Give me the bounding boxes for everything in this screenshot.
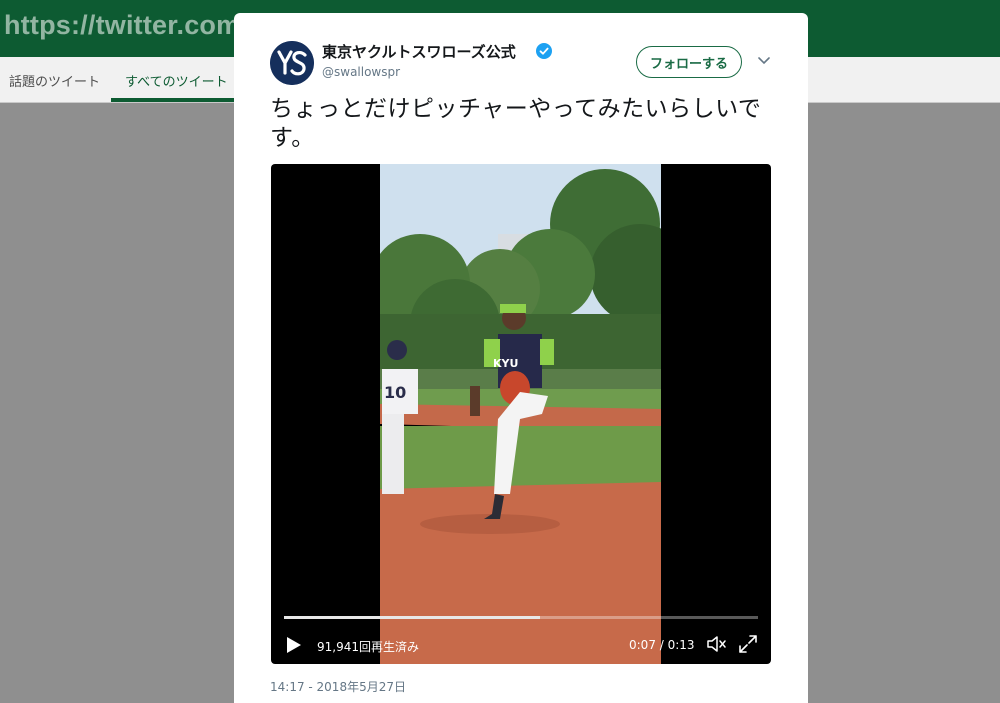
swallows-logo-icon: [270, 41, 314, 85]
chevron-down-icon[interactable]: [756, 55, 772, 67]
video-progress-bar[interactable]: [284, 616, 758, 619]
display-name[interactable]: 東京ヤクルトスワローズ公式: [322, 41, 516, 62]
url-text: https://twitter.com/s: [4, 10, 264, 40]
video-frame: 10 KYU: [380, 164, 661, 664]
video-player[interactable]: 10 KYU 91,941回再生済み 0:07 / 0:13: [271, 164, 771, 664]
svg-text:KYU: KYU: [493, 357, 518, 370]
volume-icon[interactable]: [705, 633, 727, 655]
tab-trending-tweets[interactable]: 話題のツイート: [9, 71, 100, 90]
fullscreen-icon[interactable]: [737, 633, 759, 655]
tweet-timestamp[interactable]: 14:17 - 2018年5月27日: [270, 678, 406, 695]
user-handle[interactable]: @swallowspr: [322, 65, 400, 79]
play-icon[interactable]: [286, 636, 302, 654]
verified-badge-icon: [536, 43, 552, 59]
tweet-card: 東京ヤクルトスワローズ公式 @swallowspr フォローする ちょっとだけピ…: [234, 13, 808, 703]
video-time: 0:07 / 0:13: [629, 638, 695, 652]
video-thumbnail-image: 10 KYU: [380, 164, 661, 664]
follow-button[interactable]: フォローする: [636, 46, 742, 78]
svg-text:10: 10: [384, 383, 406, 402]
active-tab-indicator: [111, 98, 236, 102]
video-progress-fill: [284, 616, 540, 619]
tab-all-tweets[interactable]: すべてのツイート: [125, 71, 228, 90]
avatar[interactable]: [270, 41, 314, 85]
view-count: 91,941回再生済み: [317, 640, 419, 654]
tweet-text: ちょっとだけピッチャーやってみたいらしいです。: [270, 96, 762, 151]
